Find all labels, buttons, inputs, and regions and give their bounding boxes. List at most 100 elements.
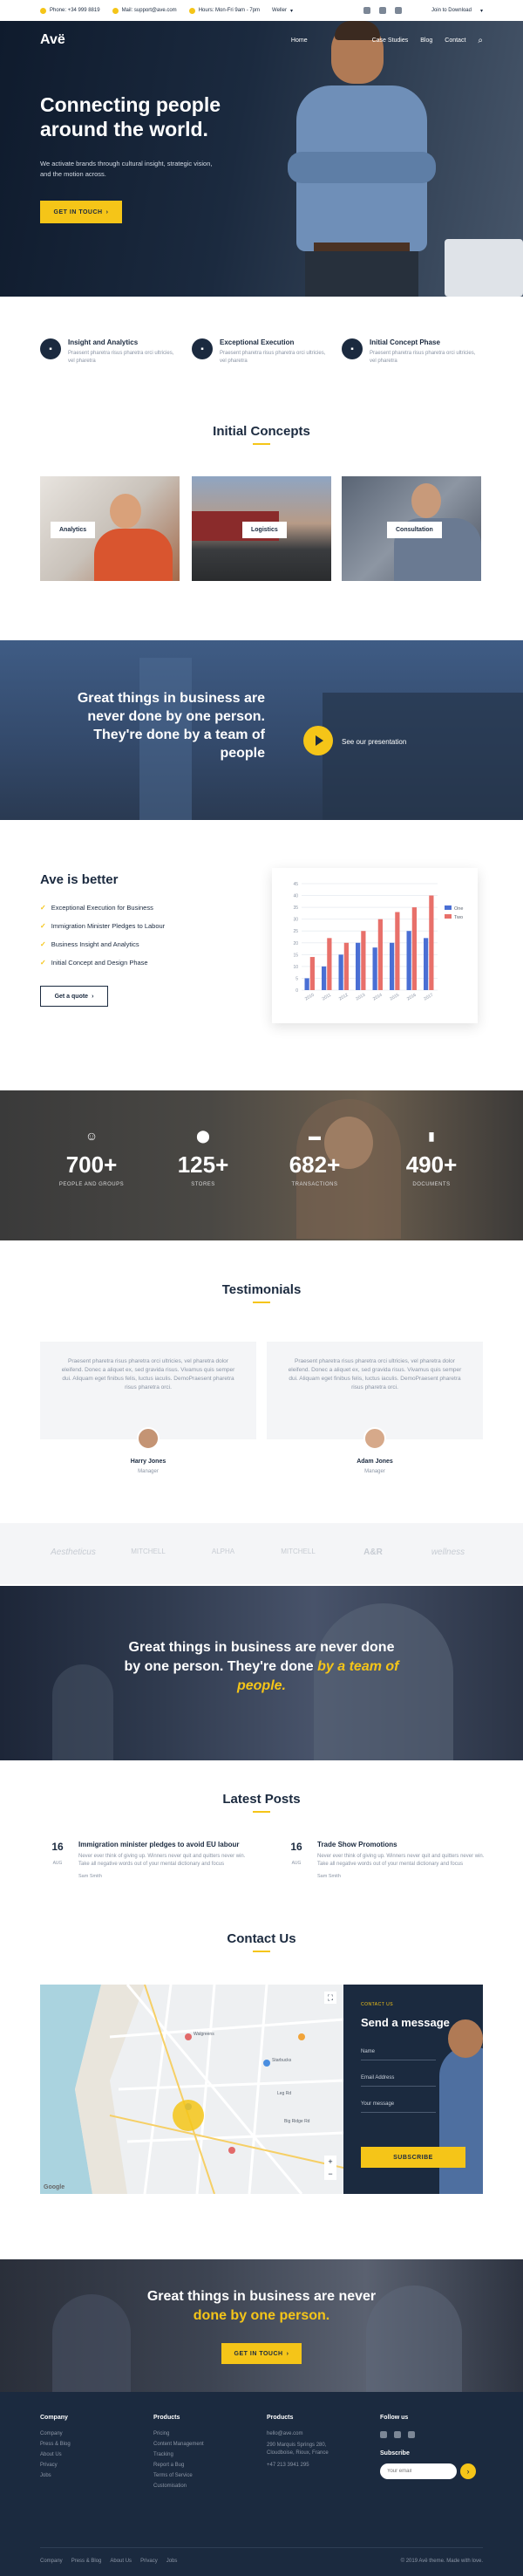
footer-col-contact: Products hello@ave.com 290 Marquis Sprin… — [267, 2415, 371, 2473]
footer-link[interactable]: Jobs — [40, 2473, 145, 2478]
chart-bar — [411, 907, 417, 990]
subscribe-email-input[interactable] — [380, 2463, 457, 2479]
footer-bottom-link[interactable]: About Us — [110, 2559, 132, 2564]
post-title[interactable]: Immigration minister pledges to avoid EU… — [78, 1841, 253, 1848]
hours-info: Hours: Mon-Fri 9am - 7pm — [188, 7, 260, 14]
feature-execution: ▪ Exceptional Execution Praesent pharetra… — [192, 338, 331, 366]
footer-link[interactable]: Report a Bug — [153, 2463, 258, 2468]
y-tick-label: 5 — [295, 976, 298, 981]
footer: Company Company Press & Blog About Us Pr… — [0, 2392, 523, 2576]
map-brand: Google — [44, 2184, 65, 2190]
hero-image — [262, 21, 462, 297]
chart-bar — [338, 954, 343, 990]
check-icon: ✓ — [40, 922, 46, 930]
download-link[interactable]: Join to Download — [431, 8, 472, 13]
fullscreen-icon[interactable]: ⛶ — [324, 1992, 336, 2004]
hero-cta-button[interactable]: GET IN TOUCH › — [40, 201, 122, 223]
map[interactable]: Walgreens Starbucks Leg Rd Big Ridge Rd … — [40, 1985, 343, 2194]
post-item[interactable]: 16 AUG Trade Show Promotions Never ever t… — [288, 1841, 506, 1879]
chart-bar — [429, 895, 434, 990]
footer-email[interactable]: hello@ave.com — [267, 2431, 371, 2436]
subscribe-button[interactable]: SUBSCRIBE — [361, 2147, 465, 2168]
mail-info[interactable]: Mail: support@ave.com — [112, 7, 177, 14]
check-icon: ✓ — [40, 940, 46, 948]
footer-link[interactable]: Customisation — [153, 2484, 258, 2489]
feature-concept: ▪ Initial Concept Phase Praesent pharetra… — [342, 338, 481, 366]
footer-phone: +47 213 3941 295 — [267, 2463, 309, 2468]
team-quote: Great things in business are never done … — [124, 1640, 399, 1693]
top-bar: Phone: +34 999 8819 Mail: support@ave.co… — [0, 0, 523, 21]
twitter-icon[interactable] — [378, 7, 386, 14]
y-tick-label: 15 — [293, 953, 298, 958]
y-tick-label: 20 — [293, 941, 298, 946]
footer-link[interactable]: Privacy — [40, 2463, 145, 2468]
concept-logistics[interactable]: Logistics — [192, 476, 331, 581]
list-item: ✓ Business Insight and Analytics — [40, 940, 139, 948]
chart-bar — [390, 942, 395, 990]
linkedin-icon[interactable] — [394, 7, 402, 14]
better-list: ✓ Exceptional Execution for Business ✓ Imm… — [40, 904, 165, 977]
footer-link[interactable]: Content Management — [153, 2442, 258, 2447]
post-title[interactable]: Trade Show Promotions — [317, 1841, 492, 1848]
x-tick-label: 2014 — [372, 993, 384, 1002]
legend-label: One — [454, 906, 463, 912]
footer-link[interactable]: Terms of Service — [153, 2473, 258, 2478]
play-icon[interactable] — [303, 726, 333, 755]
footer-bottom: Company Press & Blog About Us Privacy Jo… — [40, 2547, 483, 2564]
rocket-icon: ▪ — [192, 338, 213, 359]
search-icon[interactable]: ⌕ — [478, 36, 483, 45]
testimonials-title: Testimonials — [221, 1282, 302, 1297]
footer-link[interactable]: Press & Blog — [40, 2442, 145, 2447]
footer-link[interactable]: Tracking — [153, 2452, 258, 2457]
message-field[interactable]: Your message — [361, 2101, 436, 2113]
nav-contact[interactable]: Contact — [445, 38, 465, 44]
brand-logo: MITCHELL — [281, 1548, 316, 1555]
brand-logo: Aestheticus — [51, 1548, 96, 1557]
x-tick-label: 2015 — [389, 993, 400, 1002]
nav-blog[interactable]: Blog — [420, 38, 432, 44]
cta-button[interactable]: GET IN TOUCH › — [221, 2343, 302, 2364]
chart-bar — [343, 942, 349, 990]
footer-link[interactable]: Pricing — [153, 2431, 258, 2436]
presentation-link[interactable]: See our presentation — [342, 738, 406, 746]
brand-logo: ALPHA — [211, 1548, 235, 1555]
nav-home[interactable]: Home — [291, 38, 308, 44]
x-tick-label: 2010 — [304, 993, 316, 1002]
zoom-controls[interactable]: + − — [324, 2156, 336, 2180]
message-form: CONTACT US Send a message Name Email Add… — [343, 1985, 483, 2194]
footer-link[interactable]: About Us — [40, 2452, 145, 2457]
phone-icon — [40, 7, 46, 14]
logo[interactable]: Avë — [40, 32, 65, 48]
facebook-icon[interactable] — [363, 7, 370, 14]
y-tick-label: 45 — [293, 882, 298, 887]
bar-chart: 0 5 10 15 20 25 30 35 40 45 2010 2011 2012 2013 2014 20… — [293, 882, 463, 1002]
chart-bar — [395, 912, 400, 990]
language-select[interactable]: Weller ▾ — [272, 8, 293, 14]
chart-bar — [327, 938, 332, 990]
concept-consultation[interactable]: Consultation — [342, 476, 481, 581]
concept-label: Logistics — [242, 522, 287, 538]
title-underline — [253, 1951, 270, 1952]
quote-button[interactable]: Get a quote › — [40, 986, 108, 1007]
concept-analytics[interactable]: Analytics — [40, 476, 180, 581]
footer-bottom-link[interactable]: Press & Blog — [71, 2559, 102, 2564]
footer-link[interactable]: Company — [40, 2431, 145, 2436]
footer-bottom-link[interactable]: Privacy — [140, 2559, 158, 2564]
footer-bottom-link[interactable]: Company — [40, 2559, 63, 2564]
facebook-icon[interactable] — [380, 2431, 387, 2438]
chart-card: 0 5 10 15 20 25 30 35 40 45 2010 2011 2012 2013 2014 20… — [272, 868, 478, 1023]
post-item[interactable]: 16 AUG Immigration minister pledges to av… — [49, 1841, 267, 1879]
footer-bottom-link[interactable]: Jobs — [166, 2559, 178, 2564]
banner-quote: Great things in business are never done … — [77, 691, 265, 761]
nav-case-studies[interactable]: Case Studies — [372, 38, 409, 44]
twitter-icon[interactable] — [394, 2431, 401, 2438]
post-author: Sam Smith — [317, 1874, 341, 1879]
post-date: 16 AUG — [51, 1841, 64, 1866]
email-field[interactable]: Email Address — [361, 2075, 436, 2087]
brand-logo: wellness — [431, 1548, 465, 1557]
subscribe-submit-button[interactable]: › — [460, 2463, 476, 2479]
chevron-right-icon: › — [286, 2350, 289, 2357]
youtube-icon[interactable] — [408, 2431, 415, 2438]
team-banner: Great things in business are never done … — [0, 1586, 523, 1760]
name-field[interactable]: Name — [361, 2049, 436, 2060]
